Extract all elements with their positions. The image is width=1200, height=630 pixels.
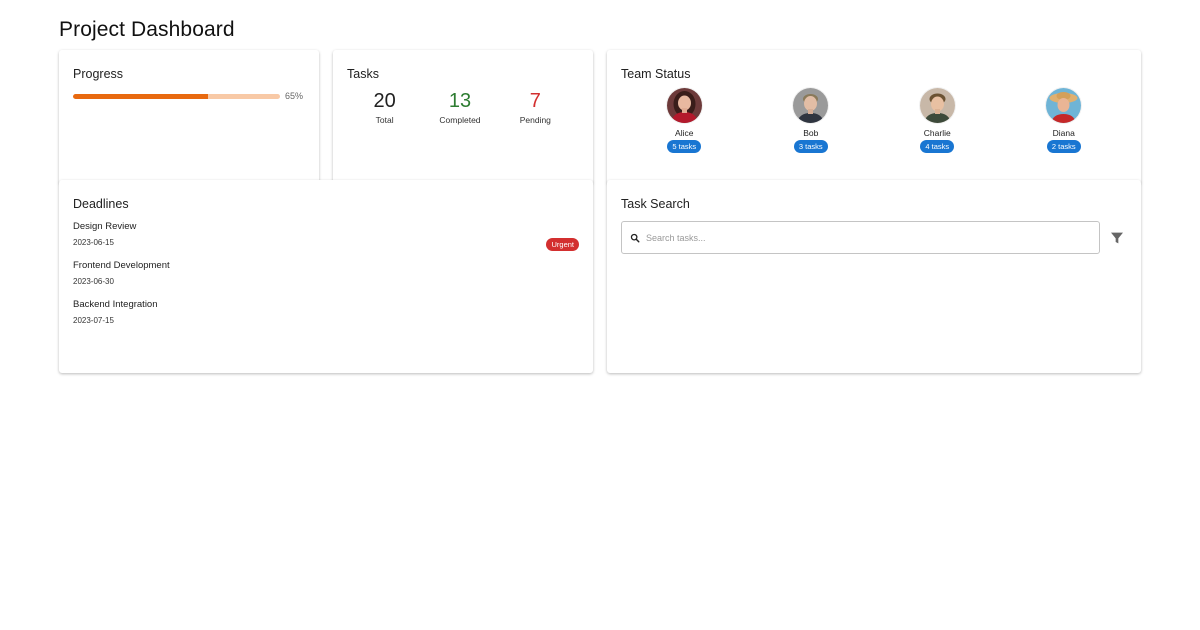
tasks-card: Tasks 20 Total 13 Completed 7 Pending	[333, 50, 593, 184]
member-task-count-badge: 4 tasks	[920, 140, 955, 153]
deadline-item[interactable]: Design Review 2023-06-15 Urgent	[73, 221, 579, 251]
stat-total-value: 20	[373, 90, 396, 112]
member-task-count-badge: 3 tasks	[793, 140, 828, 153]
member-name: Bob	[803, 128, 819, 138]
deadlines-card: Deadlines Design Review 2023-06-15 Urgen…	[59, 180, 593, 373]
filter-icon	[1111, 232, 1123, 243]
deadline-date: 2023-06-30	[73, 277, 114, 286]
member-name: Charlie	[923, 128, 951, 138]
search-icon	[630, 233, 640, 242]
member-name: Diana	[1052, 128, 1075, 138]
avatar	[919, 88, 955, 123]
search-row	[621, 221, 1127, 254]
team-status-title: Team Status	[621, 67, 691, 81]
deadline-date: 2023-06-15	[73, 238, 114, 247]
team-member-alice[interactable]: Alice 5 tasks	[634, 88, 734, 153]
progress-row: 65%	[73, 91, 305, 101]
deadline-name: Frontend Development	[73, 260, 170, 271]
team-member-diana[interactable]: Diana 2 tasks	[1014, 88, 1114, 153]
search-field[interactable]	[621, 221, 1100, 254]
progress-bar	[73, 93, 280, 99]
stat-pending-label: Pending	[519, 115, 551, 125]
search-input[interactable]	[644, 231, 1088, 244]
avatar	[1046, 88, 1082, 123]
deadline-date: 2023-07-15	[73, 316, 114, 325]
task-search-card: Task Search	[607, 180, 1141, 373]
task-search-title: Task Search	[621, 197, 690, 211]
avatar	[666, 88, 702, 123]
deadline-item[interactable]: Frontend Development 2023-06-30	[73, 260, 579, 286]
stat-completed: 13 Completed	[435, 89, 485, 125]
deadline-name: Design Review	[73, 221, 137, 232]
progress-card: Progress 65%	[59, 50, 319, 184]
task-stats: 20 Total 13 Completed 7 Pending	[347, 89, 579, 125]
stat-pending: 7 Pending	[510, 89, 560, 125]
team-members: Alice 5 tasks Bob 3 tasks Charlie 4 task…	[621, 88, 1127, 153]
team-status-card: Team Status Alice 5 tasks Bob 3 tasks Ch…	[607, 50, 1141, 184]
urgent-badge: Urgent	[546, 238, 579, 251]
stat-completed-value: 13	[448, 90, 472, 112]
tasks-title: Tasks	[347, 67, 379, 81]
member-task-count-badge: 2 tasks	[1046, 140, 1081, 153]
progress-bar-fill	[73, 93, 208, 99]
team-member-charlie[interactable]: Charlie 4 tasks	[887, 88, 987, 153]
stat-pending-value: 7	[529, 90, 541, 112]
progress-percent: 65%	[285, 91, 304, 101]
deadline-name: Backend Integration	[73, 299, 158, 310]
deadlines-title: Deadlines	[73, 197, 129, 211]
progress-title: Progress	[73, 67, 124, 81]
stat-total: 20 Total	[360, 89, 410, 125]
member-task-count-badge: 5 tasks	[667, 140, 702, 153]
deadline-item[interactable]: Backend Integration 2023-07-15	[73, 299, 579, 325]
member-name: Alice	[675, 128, 694, 138]
avatar	[793, 88, 829, 123]
team-member-bob[interactable]: Bob 3 tasks	[761, 88, 861, 153]
filter-button[interactable]	[1108, 229, 1126, 247]
page-title: Project Dashboard	[59, 18, 235, 41]
stat-completed-label: Completed	[439, 115, 481, 125]
stat-total-label: Total	[375, 115, 394, 125]
